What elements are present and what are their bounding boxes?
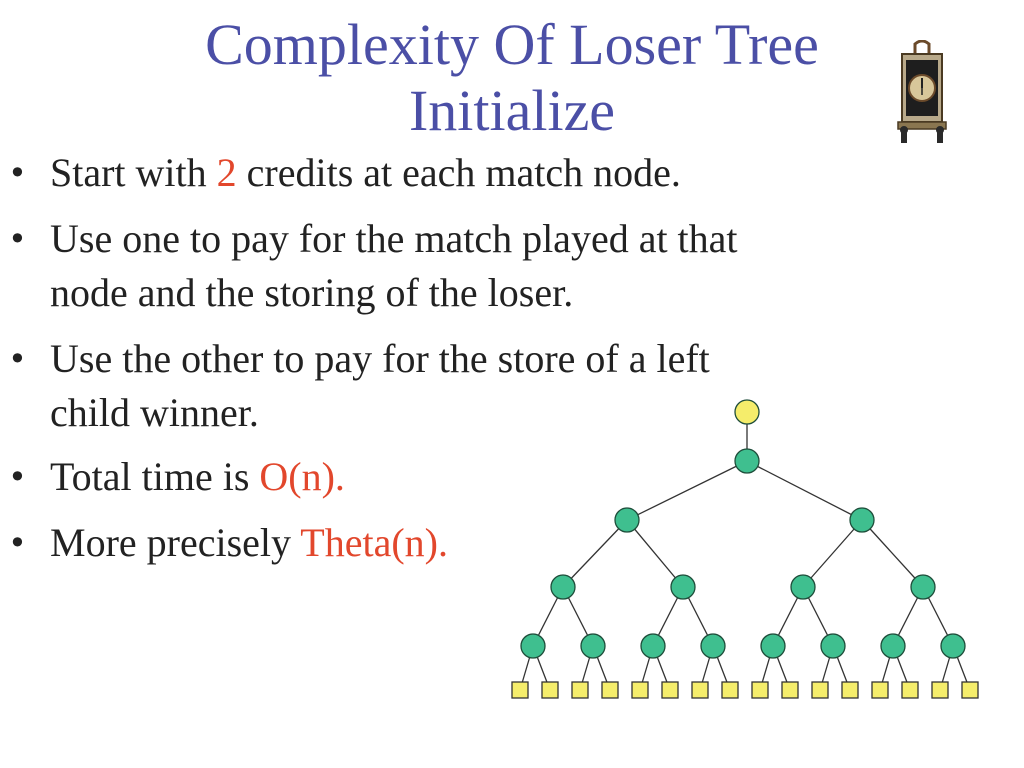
match-node bbox=[550, 574, 576, 600]
leaf-node bbox=[661, 681, 679, 699]
tree-edge bbox=[562, 519, 628, 588]
leaf-node bbox=[631, 681, 649, 699]
match-node bbox=[790, 574, 816, 600]
leaf-node bbox=[571, 681, 589, 699]
leaf-node bbox=[751, 681, 769, 699]
loser-tree-diagram bbox=[511, 399, 979, 699]
match-node bbox=[700, 633, 726, 659]
leaf-node bbox=[931, 681, 949, 699]
match-node bbox=[580, 633, 606, 659]
leaf-node bbox=[781, 681, 799, 699]
leaf-node bbox=[841, 681, 859, 699]
match-node bbox=[640, 633, 666, 659]
leaf-node bbox=[961, 681, 979, 699]
leaf-node bbox=[541, 681, 559, 699]
tree-edge bbox=[626, 460, 748, 521]
match-node bbox=[820, 633, 846, 659]
match-node bbox=[940, 633, 966, 659]
match-node bbox=[910, 574, 936, 600]
leaf-node bbox=[811, 681, 829, 699]
leaf-node bbox=[871, 681, 889, 699]
match-node bbox=[614, 507, 640, 533]
match-node bbox=[734, 448, 760, 474]
match-node bbox=[760, 633, 786, 659]
match-node bbox=[849, 507, 875, 533]
leaf-node bbox=[511, 681, 529, 699]
leaf-node bbox=[721, 681, 739, 699]
match-node bbox=[880, 633, 906, 659]
root-node bbox=[734, 399, 760, 425]
leaf-node bbox=[901, 681, 919, 699]
match-node bbox=[670, 574, 696, 600]
leaf-node bbox=[691, 681, 709, 699]
tree-edge bbox=[802, 519, 863, 588]
tree-edge bbox=[626, 519, 684, 588]
leaf-node bbox=[601, 681, 619, 699]
tree-edge bbox=[861, 519, 924, 588]
match-node bbox=[520, 633, 546, 659]
tree-edge bbox=[746, 460, 863, 521]
